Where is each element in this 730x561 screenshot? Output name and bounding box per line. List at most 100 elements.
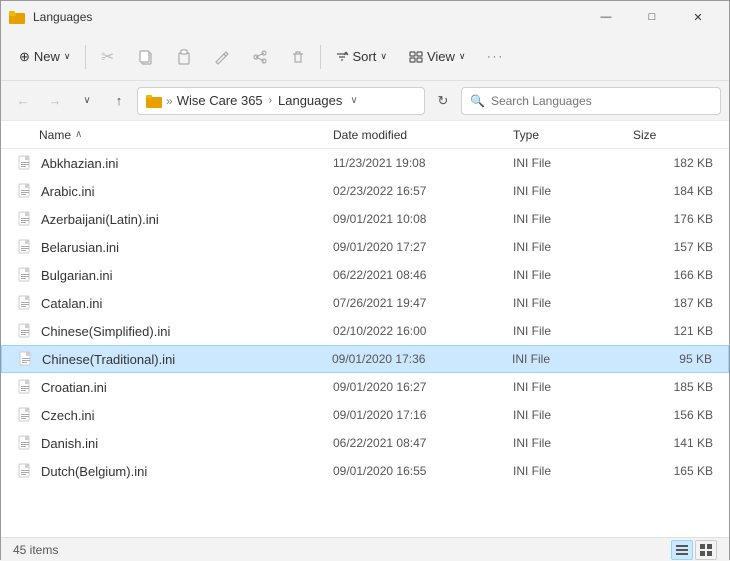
details-view-icon	[676, 544, 688, 556]
file-size-cell: 95 KB	[632, 352, 712, 366]
file-name-text: Arabic.ini	[41, 184, 94, 199]
path-chevron-1: ›	[269, 95, 272, 106]
file-date-cell: 09/01/2021 10:08	[333, 212, 513, 226]
file-header: Name ∧ Date modified Type Size	[1, 121, 729, 149]
delete-button[interactable]	[280, 39, 316, 75]
folder-icon	[9, 9, 25, 25]
close-button[interactable]: ✕	[675, 1, 721, 33]
paste-button[interactable]	[166, 39, 202, 75]
file-size-cell: 187 KB	[633, 296, 713, 310]
plus-icon: ⊕	[19, 49, 30, 65]
path-languages[interactable]: Languages	[278, 93, 342, 108]
file-area: Name ∧ Date modified Type Size	[1, 121, 729, 537]
new-label: New	[34, 49, 60, 64]
table-row[interactable]: Bulgarian.ini 06/22/2021 08:46 INI File …	[1, 261, 729, 289]
table-row[interactable]: Azerbaijani(Latin).ini 09/01/2021 10:08 …	[1, 205, 729, 233]
refresh-button[interactable]: ↻	[429, 87, 457, 115]
rename-icon	[214, 49, 230, 65]
sort-asc-icon: ∧	[75, 129, 82, 140]
file-type-cell: INI File	[513, 296, 633, 310]
table-row[interactable]: Danish.ini 06/22/2021 08:47 INI File 141…	[1, 429, 729, 457]
path-folder-icon	[146, 93, 162, 109]
view-button[interactable]: View ∨	[399, 39, 476, 75]
forward-button[interactable]: →	[41, 87, 69, 115]
file-size-cell: 182 KB	[633, 156, 713, 170]
address-path[interactable]: » Wise Care 365 › Languages ∨	[137, 87, 425, 115]
col-date-label: Date modified	[333, 128, 407, 142]
cut-button[interactable]: ✂	[90, 39, 126, 75]
table-row[interactable]: Czech.ini 09/01/2020 17:16 INI File 156 …	[1, 401, 729, 429]
view-toggle-buttons	[671, 540, 717, 560]
share-button[interactable]	[242, 39, 278, 75]
file-size-cell: 166 KB	[633, 268, 713, 282]
recent-button[interactable]: ∨	[73, 87, 101, 115]
file-date-cell: 06/22/2021 08:46	[333, 268, 513, 282]
file-date-cell: 02/23/2022 16:57	[333, 184, 513, 198]
table-row[interactable]: Dutch(Belgium).ini 09/01/2020 16:55 INI …	[1, 457, 729, 485]
new-chevron-icon: ∨	[64, 51, 71, 62]
ini-file-icon	[17, 183, 33, 199]
ini-file-icon	[17, 463, 33, 479]
file-date-cell: 06/22/2021 08:47	[333, 436, 513, 450]
maximize-button[interactable]: □	[629, 1, 675, 33]
file-name-text: Azerbaijani(Latin).ini	[41, 212, 159, 227]
file-name-text: Chinese(Simplified).ini	[41, 324, 170, 339]
table-row[interactable]: Belarusian.ini 09/01/2020 17:27 INI File…	[1, 233, 729, 261]
file-name-text: Belarusian.ini	[41, 240, 119, 255]
more-button[interactable]: ···	[478, 39, 514, 75]
file-name-cell: Chinese(Traditional).ini	[18, 351, 332, 367]
up-button[interactable]: ↑	[105, 87, 133, 115]
ini-file-icon	[17, 379, 33, 395]
file-type-cell: INI File	[513, 436, 633, 450]
file-type-cell: INI File	[513, 156, 633, 170]
file-date-cell: 09/01/2020 17:27	[333, 240, 513, 254]
search-input[interactable]	[491, 94, 712, 108]
col-header-date[interactable]: Date modified	[333, 128, 513, 142]
col-header-size[interactable]: Size	[633, 128, 713, 142]
file-type-cell: INI File	[513, 408, 633, 422]
table-row[interactable]: Croatian.ini 09/01/2020 16:27 INI File 1…	[1, 373, 729, 401]
file-type-cell: INI File	[513, 212, 633, 226]
rename-button[interactable]	[204, 39, 240, 75]
table-row[interactable]: Catalan.ini 07/26/2021 19:47 INI File 18…	[1, 289, 729, 317]
new-button[interactable]: ⊕ New ∨	[9, 39, 81, 75]
back-button[interactable]: ←	[9, 87, 37, 115]
more-icon: ···	[487, 51, 504, 63]
table-row[interactable]: Abkhazian.ini 11/23/2021 19:08 INI File …	[1, 149, 729, 177]
ini-file-icon	[17, 407, 33, 423]
file-name-cell: Chinese(Simplified).ini	[17, 323, 333, 339]
file-name-cell: Dutch(Belgium).ini	[17, 463, 333, 479]
search-box[interactable]: 🔍	[461, 87, 721, 115]
address-bar: ← → ∨ ↑ » Wise Care 365 › Languages ∨ ↻ …	[1, 81, 729, 121]
sort-button[interactable]: Sort ∨	[325, 39, 397, 75]
ini-file-icon	[17, 435, 33, 451]
file-date-cell: 07/26/2021 19:47	[333, 296, 513, 310]
file-size-cell: 156 KB	[633, 408, 713, 422]
path-dropdown-icon[interactable]: ∨	[350, 95, 357, 106]
file-size-cell: 157 KB	[633, 240, 713, 254]
file-type-cell: INI File	[513, 464, 633, 478]
file-name-text: Chinese(Traditional).ini	[42, 352, 175, 367]
file-list[interactable]: Abkhazian.ini 11/23/2021 19:08 INI File …	[1, 149, 729, 537]
minimize-button[interactable]: —	[583, 1, 629, 33]
path-wise-care[interactable]: Wise Care 365	[177, 93, 263, 108]
col-header-type[interactable]: Type	[513, 128, 633, 142]
details-view-button[interactable]	[671, 540, 693, 560]
copy-button[interactable]	[128, 39, 164, 75]
paste-icon	[176, 49, 192, 65]
col-header-name[interactable]: Name ∧	[17, 128, 333, 142]
toolbar: ⊕ New ∨ ✂	[1, 33, 729, 81]
search-icon: 🔍	[470, 94, 485, 108]
file-name-cell: Croatian.ini	[17, 379, 333, 395]
file-type-cell: INI File	[513, 380, 633, 394]
file-name-cell: Azerbaijani(Latin).ini	[17, 211, 333, 227]
file-type-cell: INI File	[512, 352, 632, 366]
title-bar-controls: — □ ✕	[583, 1, 721, 33]
col-size-label: Size	[633, 128, 656, 142]
table-row[interactable]: Arabic.ini 02/23/2022 16:57 INI File 184…	[1, 177, 729, 205]
col-type-label: Type	[513, 128, 539, 142]
table-row[interactable]: Chinese(Simplified).ini 02/10/2022 16:00…	[1, 317, 729, 345]
large-icons-view-button[interactable]	[695, 540, 717, 560]
table-row[interactable]: Chinese(Traditional).ini 09/01/2020 17:3…	[1, 345, 729, 373]
large-icons-view-icon	[700, 544, 712, 556]
